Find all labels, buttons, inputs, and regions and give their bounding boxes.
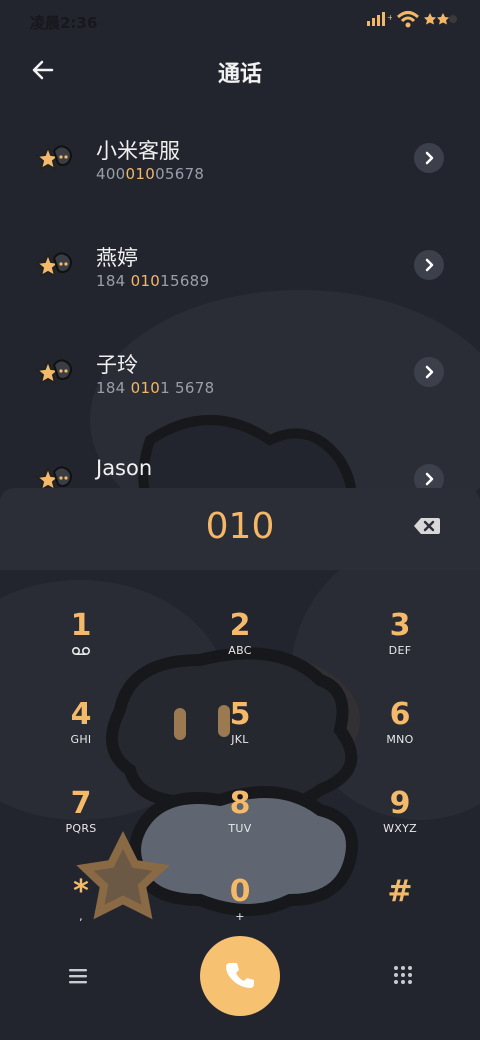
key-digit: 0 [229,874,251,909]
page-title: 通话 [217,62,262,87]
number-match: 010 [130,272,161,290]
chevron-right-icon [425,151,434,165]
contact-item[interactable]: 子玲 184 0101 5678 [0,319,480,426]
key-9[interactable]: 9 WXYZ [355,784,445,862]
key-6[interactable]: 6 MNO [355,695,445,773]
contact-name: Jason [96,456,153,480]
contact-list[interactable]: 小米客服 40001005678 燕婷 184 01015689 子玲 184 … [0,105,480,490]
contact-item[interactable]: Jason [0,426,480,490]
contact-name: 小米客服 [96,139,180,163]
call-button[interactable] [200,936,280,1016]
key-2[interactable]: 2 ABC [195,606,285,684]
contact-detail-button[interactable] [414,143,444,173]
contact-item[interactable]: 燕婷 184 01015689 [0,212,480,319]
avatar-star-critter-icon [34,465,72,490]
key-3[interactable]: 3 DEF [355,606,445,684]
backspace-icon [414,518,440,534]
app-header: 通话 [0,42,480,98]
number-prefix: 184 [96,379,131,397]
contact-number: 40001005678 [96,165,204,183]
key-digit: 3 [389,608,411,643]
svg-text:+: + [387,13,392,22]
key-digit: 7 [70,786,92,821]
key-digit: 4 [70,697,92,732]
key-digit: # [387,874,413,909]
contact-number: 184 01015689 [96,272,209,290]
key-digit: 9 [389,786,411,821]
avatar-star-critter-icon [34,144,72,172]
key-digit: 6 [389,697,411,732]
avatar-star-critter-icon [34,358,72,386]
dial-display: 010 [0,488,480,570]
status-icons: + [366,10,458,28]
number-prefix: 184 [96,272,131,290]
contact-detail-button[interactable] [414,250,444,280]
dialed-number: 010 [205,506,275,547]
key-digit: * [73,874,89,909]
signal-icon: + [367,12,392,26]
avatar-star-critter-icon [34,251,72,279]
number-prefix: 400 [96,165,126,183]
status-bar: 凌晨2:36 + [0,0,480,42]
contact-item[interactable]: 小米客服 40001005678 [0,105,480,212]
chevron-right-icon [425,258,434,272]
number-match: 010 [125,165,156,183]
number-match: 010 [130,379,161,397]
contact-number: 184 0101 5678 [96,379,214,397]
contact-detail-button[interactable] [414,464,444,490]
key-digit: 1 [70,608,92,643]
number-suffix: 05678 [155,165,205,183]
chevron-right-icon [425,472,434,486]
key-1[interactable]: 1 [36,606,126,684]
bottom-bar [0,930,480,1040]
backspace-button[interactable] [412,515,442,537]
status-time: 凌晨2:36 [30,14,98,32]
key-digit: 2 [229,608,251,643]
contact-name: 子玲 [96,353,138,377]
key-digit: 8 [229,786,251,821]
key-4[interactable]: 4 GHI [36,695,126,773]
phone-icon [226,963,254,988]
dialpad-toggle-button[interactable] [392,964,414,986]
number-suffix: 1 5678 [160,379,215,397]
menu-button[interactable] [66,966,90,986]
chevron-right-icon [425,365,434,379]
voicemail-icon [71,646,91,656]
dialpad-icon [394,966,412,984]
key-7[interactable]: 7 PQRS [36,784,126,862]
key-5[interactable]: 5 JKL [195,695,285,773]
contact-name: 燕婷 [96,246,138,270]
key-8[interactable]: 8 TUV [195,784,285,862]
contact-detail-button[interactable] [414,357,444,387]
key-digit: 5 [229,697,251,732]
number-suffix: 15689 [160,272,210,290]
wifi-icon [396,11,420,28]
battery-icon [424,13,457,25]
menu-icon [69,969,87,984]
keypad: 1 2 ABC 3 DEF 4 GHI 5 JKL 6 MNO 7 PQRS 8… [0,580,480,930]
